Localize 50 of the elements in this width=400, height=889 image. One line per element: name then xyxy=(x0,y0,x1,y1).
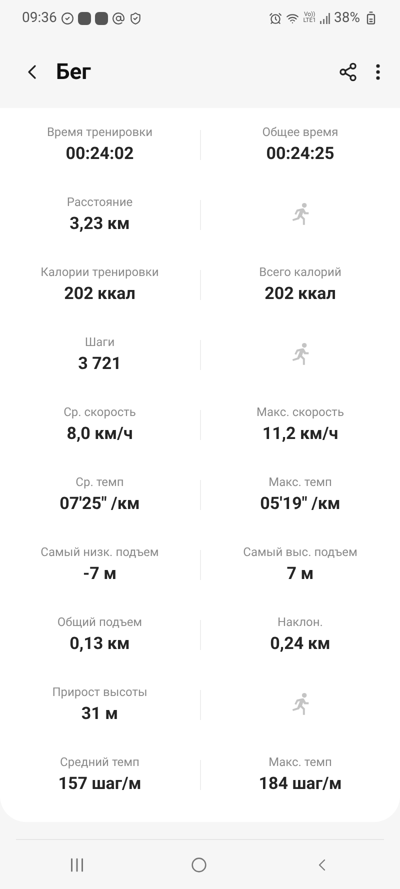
stat-value: 157 шаг/м xyxy=(58,773,142,796)
stat-label: Самый низк. подъем xyxy=(40,544,159,560)
signal-icon xyxy=(320,12,330,24)
share-icon xyxy=(338,62,358,82)
stat-label: Самый выс. подъем xyxy=(243,544,358,560)
stat-value: 184 шаг/м xyxy=(258,773,342,796)
stat-value: 0,24 км xyxy=(270,633,330,656)
stat-value: 202 ккал xyxy=(64,283,136,306)
stat-value: 8,0 км/ч xyxy=(66,423,133,446)
stat-label: Ср. скорость xyxy=(64,404,136,420)
stat-label: Общее время xyxy=(262,124,338,140)
stat-value: 3 721 xyxy=(78,353,122,376)
home-button[interactable] xyxy=(190,856,207,872)
shield-icon xyxy=(128,12,142,24)
stat-value: 202 ккал xyxy=(264,283,336,306)
stat-value: 07'25" /км xyxy=(60,493,140,516)
stat-label: Время тренировки xyxy=(46,124,153,140)
stat-label: Ср. темп xyxy=(76,474,124,490)
page-title: Бег xyxy=(56,58,91,86)
stat-label: Калории тренировки xyxy=(40,264,159,280)
stat-label: Расстояние xyxy=(66,194,133,210)
stat-value: 00:24:25 xyxy=(266,143,334,166)
stat-label: Макс. темп xyxy=(268,754,332,770)
stat-label: Макс. скорость xyxy=(256,404,344,420)
stat-label: Макс. темп xyxy=(268,474,332,490)
stat-value: 3,23 км xyxy=(70,213,130,236)
stat-label: Прирост высоты xyxy=(52,684,148,700)
at-icon xyxy=(112,12,125,24)
stat-value: -7 м xyxy=(82,563,117,586)
stat-value: 05'19" /км xyxy=(260,493,340,516)
battery-icon xyxy=(364,11,378,25)
stat-value: 11,2 км/ч xyxy=(262,423,338,446)
share-button[interactable] xyxy=(338,62,358,82)
stat-label: Средний темп xyxy=(60,754,140,770)
home-icon xyxy=(190,856,207,872)
more-options-button[interactable] xyxy=(376,64,380,80)
status-time: 09:36 xyxy=(22,8,57,28)
battery-percent: 38% xyxy=(334,8,360,28)
stat-label: Шаги xyxy=(84,334,115,350)
stat-value: 7 м xyxy=(286,563,314,586)
more-icon xyxy=(376,64,380,80)
stat-label: Наклон. xyxy=(278,614,323,630)
wifi-icon xyxy=(286,12,300,24)
stat-label: Всего калорий xyxy=(259,264,342,280)
stat-value: 0,13 км xyxy=(70,633,130,656)
stat-value: 31 м xyxy=(81,703,118,726)
stat-value: 00:24:02 xyxy=(66,143,134,166)
alarm-icon xyxy=(269,12,282,24)
check-icon xyxy=(60,12,74,24)
stat-label: Общий подъем xyxy=(57,614,142,630)
